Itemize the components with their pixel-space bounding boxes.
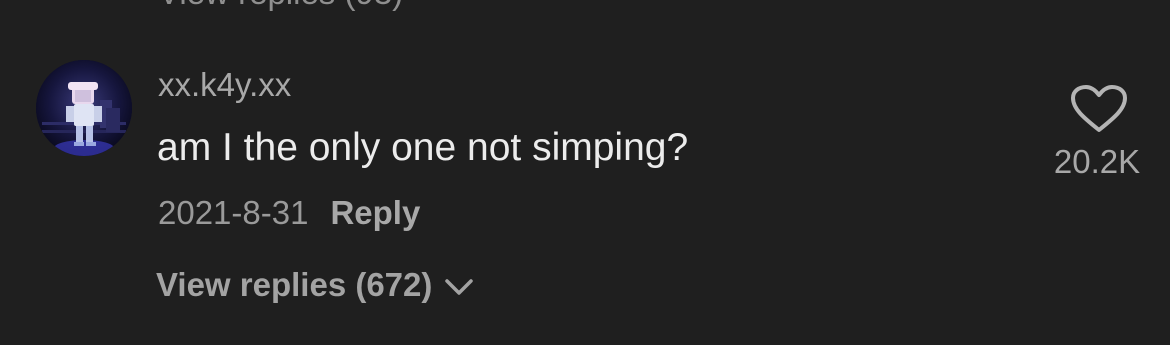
avatar[interactable]: [36, 60, 132, 156]
previous-view-replies-link[interactable]: View replies (93): [158, 0, 403, 12]
view-replies-label: View replies (672): [156, 266, 433, 303]
comment-username[interactable]: xx.k4y.xx: [158, 66, 291, 104]
reply-button[interactable]: Reply: [330, 194, 420, 231]
comment-text: am I the only one not simping?: [157, 126, 689, 169]
like-count: 20.2K: [1053, 143, 1141, 180]
comment-panel: View replies (93): [0, 0, 1170, 345]
comment-meta-row: 2021-8-31 Reply: [158, 194, 420, 232]
chevron-down-icon: [444, 266, 474, 304]
avatar-image: [36, 60, 132, 156]
comment-date: 2021-8-31: [158, 194, 309, 231]
view-replies-button[interactable]: View replies (672): [156, 266, 474, 304]
heart-outline-icon: [1071, 85, 1127, 132]
like-button[interactable]: [1070, 84, 1128, 134]
